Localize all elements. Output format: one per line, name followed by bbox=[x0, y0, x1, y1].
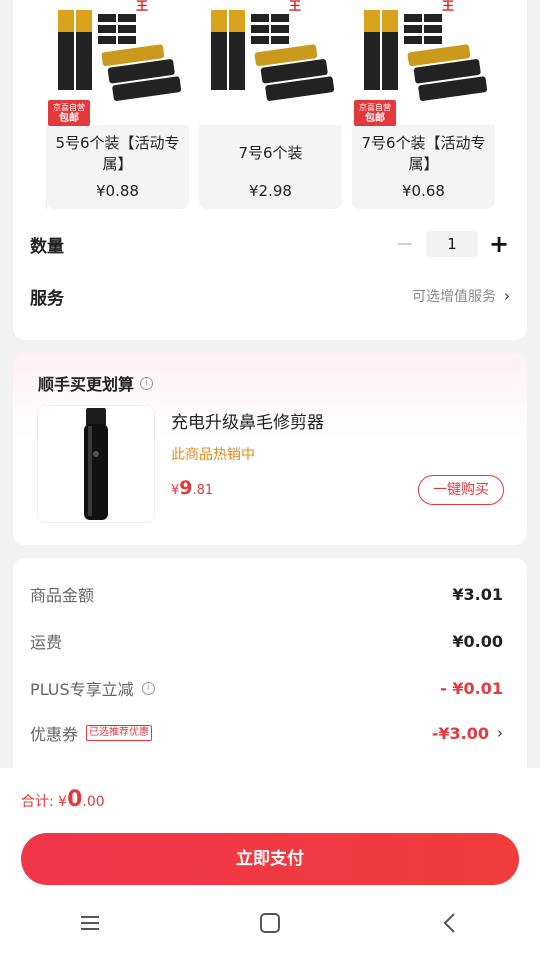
trimmer-image[interactable] bbox=[37, 405, 155, 523]
svg-text:王: 王 bbox=[136, 0, 148, 13]
coupon-text: 优惠券 bbox=[30, 725, 79, 744]
plus-discount-value: - ¥0.01 bbox=[440, 678, 503, 698]
menu-icon[interactable] bbox=[70, 903, 110, 943]
bundle-hot-tag: 此商品热销中 bbox=[171, 447, 255, 463]
service-row[interactable]: 服务 可选增值服务 › bbox=[30, 281, 510, 311]
plus-discount-label: PLUS专享立减 i bbox=[30, 676, 155, 700]
total-integer: 0 bbox=[67, 787, 83, 812]
quantity-input[interactable]: 1 bbox=[426, 231, 478, 257]
coupon-tag: 已选推荐优惠 bbox=[86, 725, 153, 741]
variant-price: ¥2.98 bbox=[249, 182, 292, 200]
checkout-bar: 合计: ¥0.00 立即支付 bbox=[0, 768, 540, 953]
one-click-buy-button[interactable]: 一键购买 bbox=[418, 475, 504, 505]
variant-item[interactable]: 王 京喜自营 包邮 7号6个装【活动专属】 ¥0.68 bbox=[352, 0, 495, 209]
goods-amount-row: 商品金额 ¥3.01 bbox=[30, 582, 503, 606]
increase-button[interactable]: + bbox=[488, 230, 510, 258]
total-currency: ¥ bbox=[58, 794, 68, 810]
coupon-label: 优惠券 已选推荐优惠 bbox=[30, 721, 153, 745]
system-nav-bar bbox=[0, 893, 540, 953]
jingxi-badge: 京喜自营 包邮 bbox=[354, 100, 396, 126]
coupon-value: -¥3.00 bbox=[431, 723, 489, 743]
pay-now-button[interactable]: 立即支付 bbox=[21, 833, 519, 885]
variant-name: 5号6个装【活动专属】 bbox=[55, 134, 180, 173]
service-hint: 可选增值服务 bbox=[412, 289, 496, 305]
bundle-title: 顺手买更划算 i bbox=[38, 371, 154, 395]
variant-item[interactable]: 王 7号6个装 ¥2.98 bbox=[199, 0, 342, 209]
product-options-card: 王 京喜自营 包邮 5号6个装【活动专属】 ¥0.88 王 7号6个装 ¥2.9… bbox=[13, 0, 527, 340]
variant-name: 7号6个装【活动专属】 bbox=[361, 134, 486, 173]
battery-image: 王 bbox=[199, 0, 342, 125]
shipping-row: 运费 ¥0.00 bbox=[30, 629, 503, 653]
variant-name: 7号6个装 bbox=[238, 144, 303, 162]
total-decimal: .00 bbox=[82, 794, 105, 810]
variant-price: ¥0.68 bbox=[402, 182, 445, 200]
coupon-row[interactable]: 优惠券 已选推荐优惠 -¥3.00 › bbox=[30, 721, 503, 745]
quantity-stepper: − 1 + bbox=[394, 230, 510, 258]
jingxi-badge: 京喜自营 包邮 bbox=[48, 100, 90, 126]
variant-item[interactable]: 王 京喜自营 包邮 5号6个装【活动专属】 ¥0.88 bbox=[46, 0, 189, 209]
svg-text:王: 王 bbox=[442, 0, 454, 13]
service-label: 服务 bbox=[30, 288, 64, 309]
decrease-button[interactable]: − bbox=[394, 232, 416, 257]
goods-amount-label: 商品金额 bbox=[30, 586, 95, 605]
back-icon[interactable] bbox=[430, 903, 470, 943]
chevron-right-icon: › bbox=[497, 724, 503, 742]
plus-discount-row: PLUS专享立减 i - ¥0.01 bbox=[30, 676, 503, 700]
info-icon[interactable]: i bbox=[140, 376, 154, 390]
quantity-label: 数量 bbox=[30, 236, 64, 257]
chevron-right-icon: › bbox=[504, 287, 510, 305]
bundle-title-text: 顺手买更划算 bbox=[38, 375, 135, 394]
bundle-product-name[interactable]: 充电升级鼻毛修剪器 bbox=[171, 408, 324, 433]
price-decimal: .81 bbox=[192, 483, 214, 498]
order-total: 合计: ¥0.00 bbox=[21, 787, 105, 812]
variant-list: 王 京喜自营 包邮 5号6个装【活动专属】 ¥0.88 王 7号6个装 ¥2.9… bbox=[46, 0, 495, 209]
shipping-value: ¥0.00 bbox=[452, 631, 503, 651]
plus-discount-text: PLUS专享立减 bbox=[30, 680, 134, 699]
total-label: 合计: bbox=[21, 794, 59, 810]
variant-price: ¥0.88 bbox=[96, 182, 139, 200]
price-integer: 9 bbox=[179, 477, 193, 499]
info-icon[interactable]: i bbox=[141, 681, 155, 695]
bundle-price: ¥9.81 bbox=[171, 477, 213, 499]
quantity-row: 数量 − 1 + bbox=[30, 228, 510, 260]
price-summary-card: 商品金额 ¥3.01 运费 ¥0.00 PLUS专享立减 i - ¥0.01 优惠… bbox=[13, 558, 527, 788]
goods-amount-value: ¥3.01 bbox=[452, 584, 503, 604]
bundle-offer-card: 顺手买更划算 i 充电升级鼻毛修剪器 此商品热销中 ¥9.81 一键购买 bbox=[13, 353, 527, 545]
svg-text:王: 王 bbox=[289, 0, 301, 13]
home-icon[interactable] bbox=[250, 903, 290, 943]
shipping-label: 运费 bbox=[30, 633, 63, 652]
